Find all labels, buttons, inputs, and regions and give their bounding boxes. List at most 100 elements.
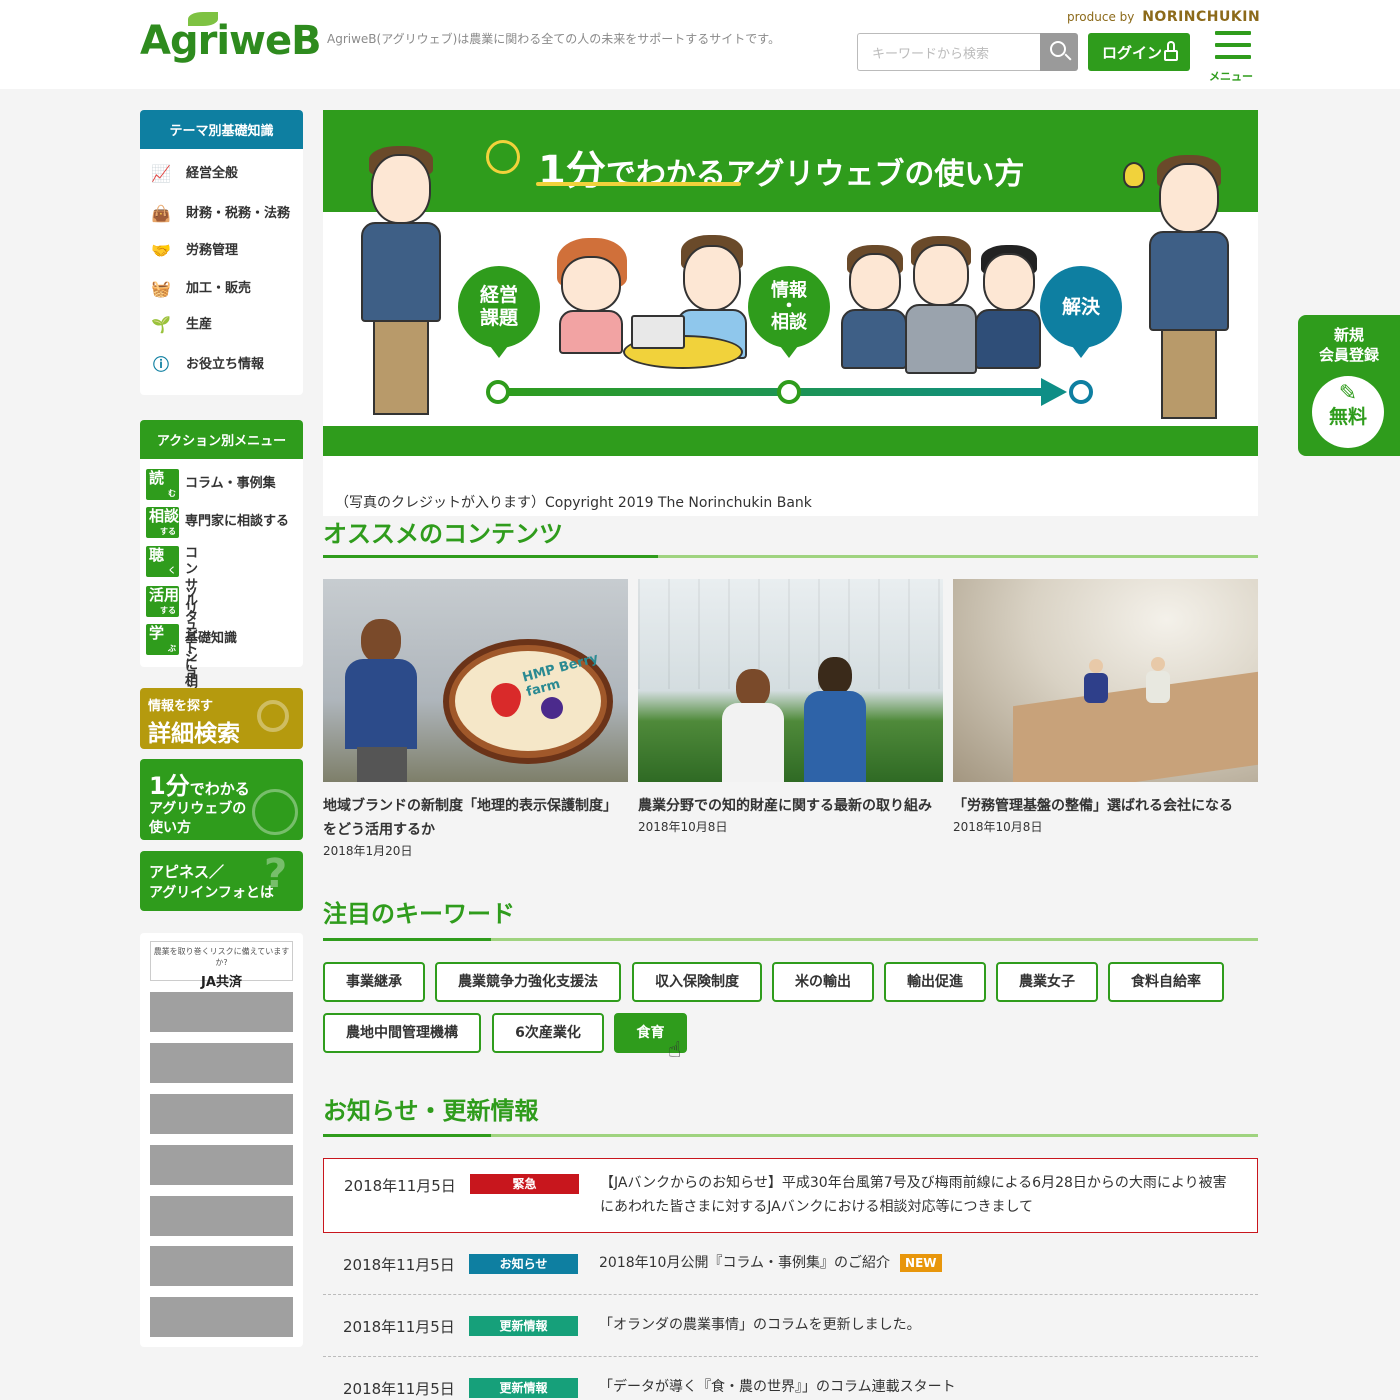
sidebar-item-finance[interactable]: 👜 財務・税務・法務	[150, 202, 290, 224]
logo-text: AgriweB	[140, 18, 322, 64]
keyword-tag[interactable]: 収入保険制度	[632, 962, 762, 1002]
hero-title: 1分でわかるアグリウェブの使い方	[538, 148, 1025, 194]
step-business-issue: 経営 課題	[458, 266, 540, 348]
consultant-illustration	[839, 245, 909, 370]
sidebar-item-management[interactable]: 📈 経営全般	[150, 162, 238, 184]
keyword-tag[interactable]: 農業女子	[996, 962, 1098, 1002]
section-divider	[323, 1134, 1258, 1137]
action-menu-heading: アクション別メニュー	[140, 420, 303, 459]
login-button[interactable]: ログイン	[1088, 33, 1190, 71]
news-text[interactable]: 2018年10月公開『コラム・事例集』のご紹介	[599, 1255, 890, 1271]
chart-icon: 📈	[151, 163, 171, 183]
register-button[interactable]: 新規 会員登録 ✎ 無料	[1298, 315, 1400, 456]
menu-button[interactable]	[1213, 31, 1253, 71]
search-button[interactable]	[1040, 33, 1078, 71]
detail-search-banner[interactable]: 情報を探す 詳細検索	[140, 688, 303, 749]
news-date: 2018年11月5日	[343, 1256, 455, 1274]
news-date: 2018年11月5日	[344, 1177, 456, 1195]
news-date: 2018年11月5日	[343, 1318, 455, 1336]
news-tag-notice: お知らせ	[469, 1254, 578, 1274]
ad-slot[interactable]	[150, 1297, 293, 1337]
content-card[interactable]: HMP Berry farm 地域ブランドの新制度「地理的表示保護制度」をどう活…	[323, 579, 628, 859]
ad-slot[interactable]	[150, 1196, 293, 1236]
about-banner[interactable]: アピネス／ アグリインフォとは ?	[140, 851, 303, 911]
keywords-heading: 注目のキーワード	[323, 900, 515, 928]
section-divider	[323, 555, 1258, 558]
ad-slot[interactable]	[150, 1094, 293, 1134]
hero-bottom-band	[323, 426, 1258, 456]
new-badge: NEW	[900, 1254, 942, 1272]
sidebar-item-production[interactable]: 🌱 生産	[150, 313, 212, 335]
news-text[interactable]: 【JAバンクからのお知らせ】平成30年台風第7号及び梅雨前線による6月28日から…	[600, 1171, 1240, 1219]
howto-banner[interactable]: 1分でわかる アグリウェブの 使い方	[140, 759, 303, 840]
news-item[interactable]: 2018年11月5日 お知らせ 2018年10月公開『コラム・事例集』のご紹介 N…	[323, 1250, 1258, 1280]
keyword-tag[interactable]: 輸出促進	[884, 962, 986, 1002]
news-divider	[323, 1356, 1258, 1357]
magnifier-icon	[257, 700, 289, 732]
hero-banner[interactable]: 1分でわかるアグリウェブの使い方 経営 課題 情報 ・ 相談 解決 （写真のクレ…	[323, 110, 1258, 516]
theme-menu: テーマ別基礎知識 📈 経営全般 👜 財務・税務・法務 🤝 労務管理 🧺 加工・販売 🌱 生…	[140, 110, 303, 395]
photo-credit: （写真のクレジットが入ります）Copyright 2019 The Norinc…	[335, 495, 812, 511]
use-badge: 活用 する	[146, 586, 179, 617]
stopwatch-icon	[252, 789, 298, 835]
brand-name: NORINCHUKIN	[1142, 9, 1261, 25]
search-input[interactable]: キーワードから検索	[857, 33, 1041, 71]
register-label: 新規 会員登録	[1318, 326, 1379, 364]
sidebar-item-info[interactable]: ⓘ お役立ち情報	[150, 353, 264, 375]
consultant-illustration	[901, 236, 981, 376]
leaf-icon	[188, 12, 218, 26]
card-title[interactable]: 「労務管理基盤の整備」選ばれる会社になる	[953, 794, 1258, 818]
sidebar-item-sales[interactable]: 🧺 加工・販売	[150, 277, 251, 299]
card-photo	[953, 579, 1258, 782]
menu-label[interactable]: メニュー	[1209, 68, 1253, 84]
site-tagline: AgriweB(アグリウェブ)は農業に関わる全ての人の未来をサポートするサイトで…	[327, 32, 781, 46]
keyword-tag[interactable]: 事業継承	[323, 962, 425, 1002]
lightbulb-icon	[486, 140, 520, 174]
lock-icon	[1167, 41, 1175, 50]
keyword-tag[interactable]: 食料自給率	[1108, 962, 1224, 1002]
happy-man-illustration	[1135, 155, 1245, 420]
basket-icon: 🧺	[151, 278, 171, 298]
woman-phone-illustration	[551, 238, 631, 358]
news-tag-update: 更新情報	[469, 1316, 578, 1336]
learn-badge: 学ぶ	[146, 624, 179, 655]
info-icon: ⓘ	[152, 354, 169, 374]
keyword-tag[interactable]: 農地中間管理機構	[323, 1013, 481, 1053]
consult-badge: 相談 する	[146, 507, 179, 538]
news-text[interactable]: 「オランダの農業事情」のコラムを更新しました。	[599, 1313, 1239, 1337]
site-logo[interactable]: AgriweB	[140, 12, 322, 64]
keyword-tag[interactable]: 農業競争力強化支援法	[435, 962, 621, 1002]
content-card[interactable]: 農業分野での知的財産に関する最新の取り組み 2018年10月8日	[638, 579, 943, 835]
step-info-consult: 情報 ・ 相談	[748, 266, 830, 348]
news-item[interactable]: 2018年11月5日 更新情報 「データが導く『食・農の世界』」のコラム連載スタ…	[323, 1374, 1258, 1400]
keyword-tag[interactable]: 米の輸出	[772, 962, 874, 1002]
ja-kyosai-banner[interactable]: 農業を取り巻くリスクに備えていますか? JA共済	[150, 941, 293, 990]
news-item-urgent[interactable]: 2018年11月5日 緊急 【JAバンクからのお知らせ】平成30年台風第7号及び…	[323, 1158, 1258, 1233]
news-text[interactable]: 「データが導く『食・農の世界』」のコラム連載スタート	[599, 1375, 1239, 1399]
content-card[interactable]: 「労務管理基盤の整備」選ばれる会社になる 2018年10月8日	[953, 579, 1258, 835]
card-title[interactable]: 農業分野での知的財産に関する最新の取り組み	[638, 794, 943, 818]
listen-badge: 聴く	[146, 546, 179, 577]
read-badge: 読む	[146, 469, 179, 500]
site-header: AgriweB AgriweB(アグリウェブ)は農業に関わる全ての人の未来をサポ…	[0, 0, 1400, 89]
idea-bulb-icon	[1123, 162, 1145, 188]
ad-slot[interactable]	[150, 1043, 293, 1083]
card-title[interactable]: 地域ブランドの新制度「地理的表示保護制度」をどう活用するか	[323, 794, 628, 842]
ad-slot[interactable]	[150, 992, 293, 1032]
ad-column: 農業を取り巻くリスクに備えていますか? JA共済	[140, 933, 303, 1347]
question-icon: ?	[264, 851, 288, 897]
arrow-right-icon	[1041, 378, 1067, 406]
keyword-tag[interactable]: 6次産業化	[492, 1013, 604, 1053]
news-date: 2018年11月5日	[343, 1380, 455, 1398]
pencil-icon: ✎	[1338, 381, 1358, 406]
register-free-circle: ✎ 無料	[1312, 376, 1384, 448]
news-tag-urgent: 緊急	[470, 1174, 579, 1194]
hand-cursor-icon: ☝	[668, 1038, 682, 1063]
timeline-node	[486, 380, 510, 404]
card-date: 2018年10月8日	[953, 820, 1043, 834]
ad-slot[interactable]	[150, 1145, 293, 1185]
news-item[interactable]: 2018年11月5日 更新情報 「オランダの農業事情」のコラムを更新しました。	[323, 1312, 1258, 1342]
moneybag-icon: 👜	[151, 203, 171, 223]
sidebar-item-labor[interactable]: 🤝 労務管理	[150, 239, 238, 261]
ad-slot[interactable]	[150, 1246, 293, 1286]
